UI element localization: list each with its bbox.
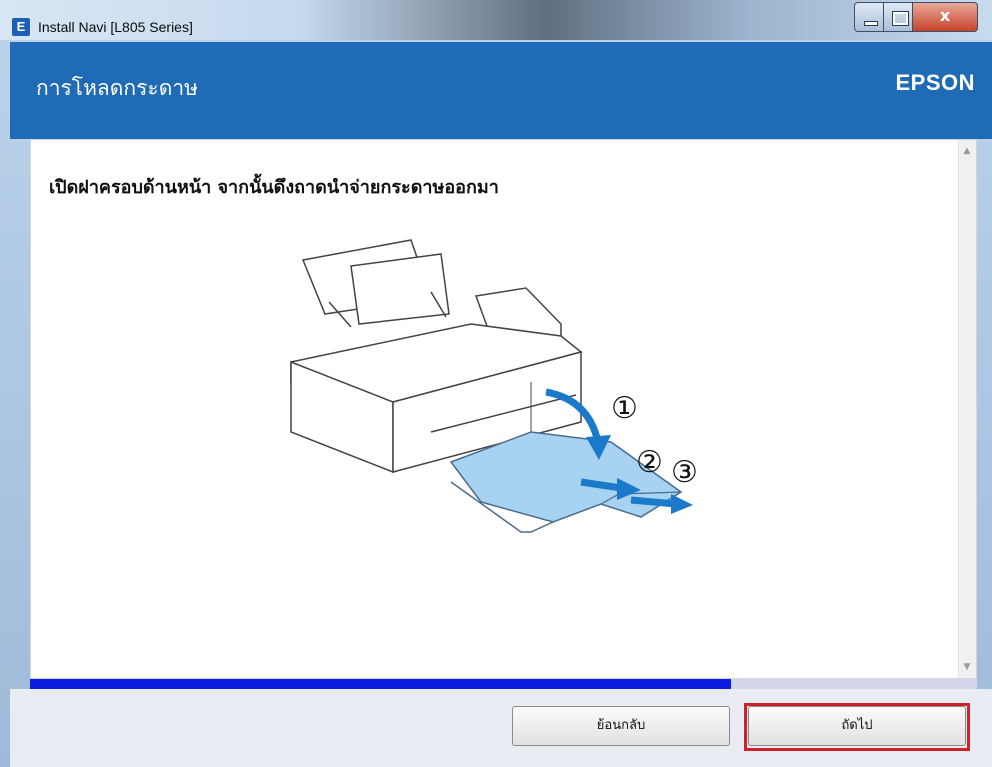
page-header: การโหลดกระดาษ EPSON [10, 42, 992, 139]
vertical-scrollbar[interactable]: ▲ ▼ [958, 140, 976, 678]
scroll-down-icon[interactable]: ▼ [962, 662, 972, 672]
minimize-icon [864, 21, 878, 26]
instruction-text: เปิดฝาครอบด้านหน้า จากนั้นดึงถาดนำจ่ายกร… [49, 177, 499, 198]
step-3-label: ③ [671, 455, 698, 490]
printer-illustration: ① ② ③ [281, 232, 721, 566]
close-button[interactable]: x [912, 2, 978, 32]
epson-logo: EPSON [895, 70, 975, 95]
scroll-up-icon[interactable]: ▲ [962, 146, 972, 156]
app-icon: E [12, 18, 30, 36]
progress-fill [30, 679, 731, 689]
maximize-icon [892, 11, 909, 26]
title-bar[interactable]: E Install Navi [L805 Series] x [0, 0, 992, 40]
maximize-button[interactable] [883, 2, 913, 32]
installer-window: E Install Navi [L805 Series] x การโหลดกร… [0, 0, 992, 767]
arrow-step-3 [630, 496, 677, 508]
content-panel: เปิดฝาครอบด้านหน้า จากนั้นดึงถาดนำจ่ายกร… [30, 139, 977, 679]
progress-bar [30, 679, 977, 689]
step-2-label: ② [636, 445, 663, 480]
next-button-highlight [744, 703, 970, 751]
window-title: Install Navi [L805 Series] [38, 19, 193, 35]
back-button[interactable]: ย้อนกลับ [512, 706, 730, 746]
step-1-label: ① [611, 391, 638, 426]
minimize-button[interactable] [854, 2, 884, 32]
close-icon: x [939, 6, 951, 25]
page-title: การโหลดกระดาษ [36, 76, 198, 100]
paper-sheet [350, 253, 450, 325]
footer-bar: ย้อนกลับ ถัดไป [10, 689, 992, 767]
printer-diagram: ① ② ③ [290, 239, 698, 533]
